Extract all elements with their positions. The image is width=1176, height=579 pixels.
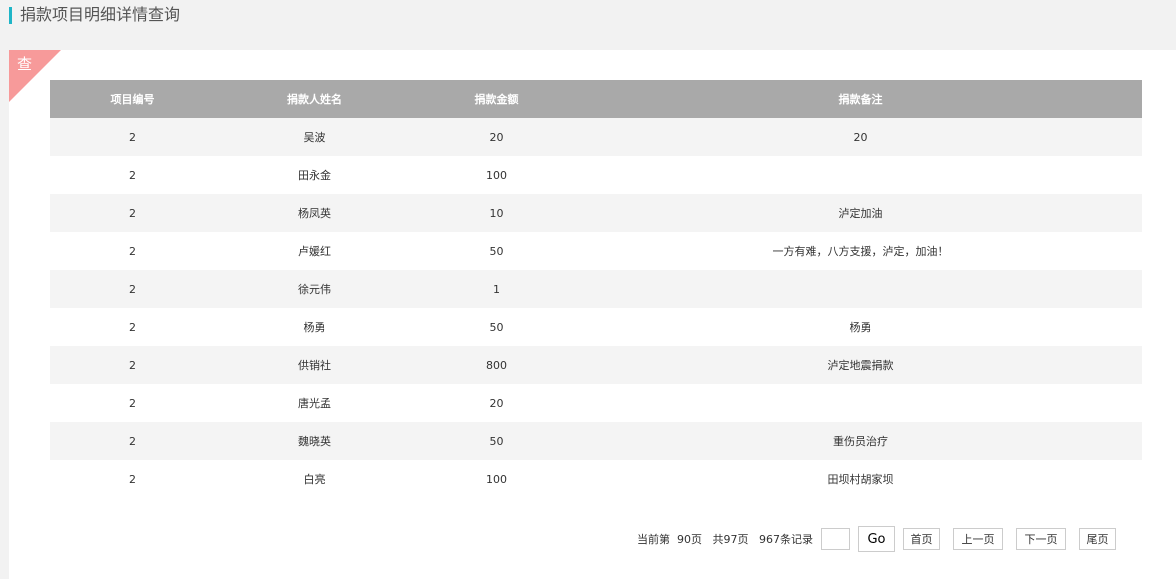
- table-row: 2 杨勇 50 杨勇: [50, 308, 1142, 346]
- cell-amount: 20: [414, 384, 579, 422]
- column-header-remark: 捐款备注: [579, 80, 1142, 118]
- cell-project-id: 2: [50, 346, 215, 384]
- table-row: 2 田永金 100: [50, 156, 1142, 194]
- column-header-donor-name: 捐款人姓名: [215, 80, 414, 118]
- table-row: 2 唐光孟 20: [50, 384, 1142, 422]
- cell-remark: [579, 156, 1142, 194]
- cell-remark: 20: [579, 118, 1142, 156]
- cell-amount: 10: [414, 194, 579, 232]
- table-row: 2 徐元伟 1: [50, 270, 1142, 308]
- column-header-project-id: 项目编号: [50, 80, 215, 118]
- table-row: 2 白亮 100 田坝村胡家坝: [50, 460, 1142, 498]
- results-panel: 查 项目编号 捐款人姓名 捐款金额 捐款备注 2 吴波 20 20 2 田永金 100 2 杨凤…: [9, 50, 1176, 579]
- cell-remark: 泸定地震捐款: [579, 346, 1142, 384]
- cell-project-id: 2: [50, 308, 215, 346]
- table-row: 2 卢媛红 50 一方有难，八方支援，泸定，加油！: [50, 232, 1142, 270]
- cell-amount: 50: [414, 232, 579, 270]
- cell-donor-name: 白亮: [215, 460, 414, 498]
- cell-amount: 20: [414, 118, 579, 156]
- cell-amount: 50: [414, 422, 579, 460]
- cell-amount: 50: [414, 308, 579, 346]
- table-row: 2 供销社 800 泸定地震捐款: [50, 346, 1142, 384]
- next-page-button[interactable]: 下一页: [1015, 528, 1066, 550]
- go-button[interactable]: Go: [857, 526, 895, 552]
- cell-project-id: 2: [50, 270, 215, 308]
- last-page-button[interactable]: 尾页: [1078, 528, 1116, 550]
- cell-project-id: 2: [50, 232, 215, 270]
- cell-donor-name: 魏晓英: [215, 422, 414, 460]
- page-header: 捐款项目明细详情查询: [0, 0, 1176, 34]
- cell-project-id: 2: [50, 194, 215, 232]
- column-header-amount: 捐款金额: [414, 80, 579, 118]
- cell-donor-name: 田永金: [215, 156, 414, 194]
- pagination-info: 当前第 90页 共97页 967条记录: [637, 533, 813, 546]
- cell-remark: 泸定加油: [579, 194, 1142, 232]
- cell-donor-name: 杨凤英: [215, 194, 414, 232]
- table-row: 2 吴波 20 20: [50, 118, 1142, 156]
- page-number-input[interactable]: [820, 528, 850, 550]
- cell-donor-name: 徐元伟: [215, 270, 414, 308]
- cell-project-id: 2: [50, 156, 215, 194]
- cell-amount: 100: [414, 156, 579, 194]
- corner-ribbon-label: 查: [17, 55, 33, 73]
- cell-project-id: 2: [50, 460, 215, 498]
- table-row: 2 杨凤英 10 泸定加油: [50, 194, 1142, 232]
- cell-project-id: 2: [50, 384, 215, 422]
- cell-donor-name: 杨勇: [215, 308, 414, 346]
- page-title: 捐款项目明细详情查询: [20, 5, 181, 24]
- table-header-row: 项目编号 捐款人姓名 捐款金额 捐款备注: [50, 80, 1142, 118]
- donation-table: 项目编号 捐款人姓名 捐款金额 捐款备注 2 吴波 20 20 2 田永金 100 2 杨凤英 1…: [50, 80, 1142, 498]
- cell-donor-name: 唐光孟: [215, 384, 414, 422]
- cell-project-id: 2: [50, 118, 215, 156]
- cell-remark: [579, 384, 1142, 422]
- cell-remark: 田坝村胡家坝: [579, 460, 1142, 498]
- pagination: 当前第 90页 共97页 967条记录 Go 首页 上一页 下一页 尾页: [637, 526, 1116, 552]
- cell-amount: 800: [414, 346, 579, 384]
- prev-page-button[interactable]: 上一页: [952, 528, 1003, 550]
- cell-donor-name: 供销社: [215, 346, 414, 384]
- cell-amount: 1: [414, 270, 579, 308]
- cell-remark: 一方有难，八方支援，泸定，加油！: [579, 232, 1142, 270]
- first-page-button[interactable]: 首页: [902, 528, 940, 550]
- cell-remark: 杨勇: [579, 308, 1142, 346]
- table-row: 2 魏晓英 50 重伤员治疗: [50, 422, 1142, 460]
- cell-donor-name: 吴波: [215, 118, 414, 156]
- cell-remark: [579, 270, 1142, 308]
- cell-remark: 重伤员治疗: [579, 422, 1142, 460]
- title-accent-bar: [9, 7, 12, 24]
- cell-donor-name: 卢媛红: [215, 232, 414, 270]
- cell-amount: 100: [414, 460, 579, 498]
- cell-project-id: 2: [50, 422, 215, 460]
